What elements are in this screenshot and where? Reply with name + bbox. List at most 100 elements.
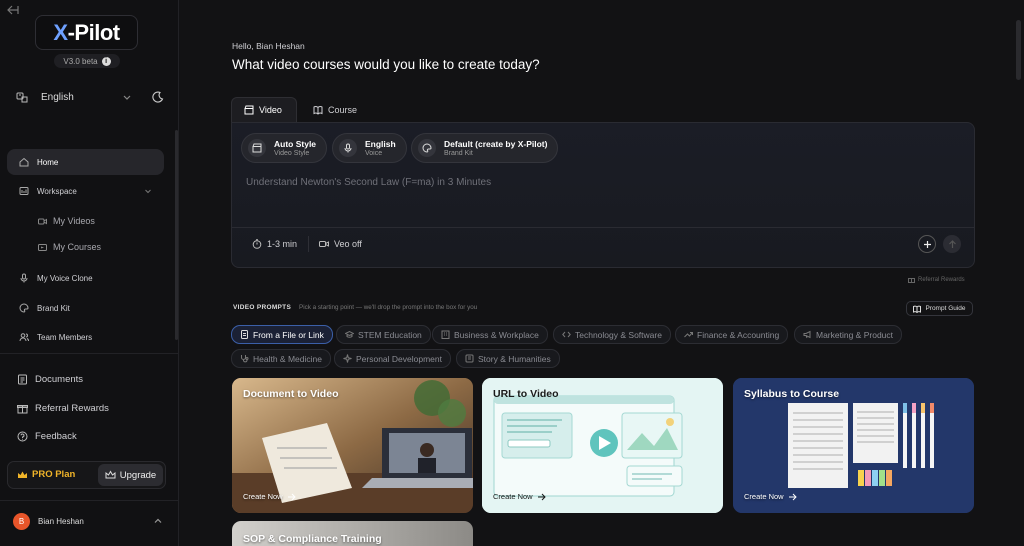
chevron-up-icon [153, 516, 163, 526]
category-technology-software[interactable]: Technology & Software [553, 325, 671, 344]
chip-title: Auto Style [274, 138, 317, 149]
book-icon [313, 105, 323, 115]
moon-icon[interactable] [152, 91, 164, 103]
stethoscope-icon [240, 354, 249, 363]
category-marketing-product[interactable]: Marketing & Product [794, 325, 903, 344]
chip-subtitle: Voice [365, 149, 383, 157]
category-label: STEM Education [358, 329, 422, 340]
sidebar-item-brand-kit[interactable]: Brand Kit [7, 295, 164, 321]
info-icon[interactable]: i [101, 56, 111, 66]
category-finance-accounting[interactable]: Finance & Accounting [675, 325, 789, 344]
book-icon [913, 305, 922, 313]
arrow-right-icon [537, 493, 546, 501]
sidebar-scrollbar[interactable] [175, 130, 178, 340]
category-label: Health & Medicine [253, 353, 322, 364]
prompt-guide-button[interactable]: Prompt Guide [906, 301, 973, 316]
book-icon [465, 354, 474, 363]
cta-label: Create Now [744, 492, 784, 501]
language-selector[interactable]: English [16, 88, 164, 106]
sidebar-item-label: Workspace [37, 186, 77, 196]
card-title: SOP & Compliance Training [243, 533, 382, 545]
language-label: English [41, 91, 74, 103]
page-scrollbar[interactable] [1016, 20, 1021, 80]
arrow-right-icon [287, 493, 296, 501]
category-story-humanities[interactable]: Story & Humanities [456, 349, 560, 368]
course-icon [38, 243, 47, 252]
card-sop-compliance-training[interactable]: SOP & Compliance Training [232, 521, 473, 546]
greeting-text: Hello, Bian Heshan [232, 41, 305, 51]
upgrade-button[interactable]: Upgrade [98, 464, 163, 486]
document-icon [17, 374, 28, 385]
sidebar-item-my-videos[interactable]: My Videos [38, 213, 95, 229]
clapperboard-icon [244, 105, 254, 115]
brand-kit-chip[interactable]: Default (create by X-Pilot) Brand Kit [411, 133, 559, 163]
video-style-chip[interactable]: Auto Style Video Style [241, 133, 328, 163]
card-title: Document to Video [243, 388, 339, 400]
add-attachment-button[interactable] [918, 235, 936, 253]
section-hint: Pick a starting point — we'll drop the p… [299, 304, 478, 311]
sidebar-item-team-members[interactable]: Team Members [7, 324, 164, 350]
arrow-up-icon [948, 239, 956, 248]
create-now-link[interactable]: Create Now [744, 492, 797, 501]
sidebar-item-home[interactable]: Home [7, 149, 164, 175]
duration-label: 1-3 min [267, 239, 298, 249]
category-health-medicine[interactable]: Health & Medicine [231, 349, 331, 368]
card-url-to-video[interactable]: URL to Video Create Now [482, 378, 723, 513]
palette-icon [19, 303, 29, 313]
category-label: Marketing & Product [816, 329, 894, 340]
category-stem-education[interactable]: STEM Education [336, 325, 431, 344]
palette-icon [418, 139, 436, 157]
sidebar-item-my-courses[interactable]: My Courses [38, 239, 101, 255]
tab-course[interactable]: Course [301, 97, 369, 122]
prompt-input[interactable] [246, 175, 946, 189]
file-icon [240, 330, 249, 339]
card-title: URL to Video [493, 388, 559, 400]
pro-plan-label: PRO Plan [17, 469, 75, 480]
voice-chip[interactable]: English Voice [332, 133, 407, 163]
referral-link-label: Referral Rewards [918, 276, 965, 283]
home-icon [19, 157, 29, 167]
video-icon [38, 217, 47, 226]
chip-title: Default (create by X-Pilot) [444, 138, 548, 149]
collapse-sidebar-icon[interactable] [7, 5, 19, 15]
sidebar-item-documents[interactable]: Documents [7, 370, 164, 388]
app-logo[interactable]: X -Pilot [35, 15, 138, 50]
sidebar-item-voice-clone[interactable]: My Voice Clone [7, 265, 164, 291]
sidebar-item-label: Feedback [35, 430, 77, 442]
prompt-composer: Auto Style Video Style English Voice Def… [231, 122, 975, 268]
sidebar-item-label: Home [37, 157, 59, 167]
create-now-link[interactable]: Create Now [493, 492, 546, 501]
send-button[interactable] [943, 235, 961, 253]
logo-text: -Pilot [67, 19, 121, 45]
tab-video[interactable]: Video [231, 97, 297, 122]
crown-icon [17, 470, 28, 480]
card-syllabus-to-course[interactable]: Syllabus to Course Create Now [733, 378, 974, 513]
help-circle-icon [17, 431, 28, 442]
sidebar-item-workspace[interactable]: Workspace [7, 178, 164, 204]
category-personal-development[interactable]: Personal Development [334, 349, 451, 368]
sidebar-item-label: Brand Kit [37, 303, 70, 313]
category-label: From a File or Link [253, 329, 324, 340]
chip-subtitle: Brand Kit [444, 149, 473, 157]
user-name: Bian Heshan [38, 516, 84, 526]
category-business-workplace[interactable]: Business & Workplace [432, 325, 548, 344]
sidebar-item-referral-rewards[interactable]: Referral Rewards [7, 399, 164, 417]
veo-label: Veo off [334, 239, 362, 249]
card-title: Syllabus to Course [744, 388, 840, 400]
code-icon [562, 330, 571, 339]
category-from-file-or-link[interactable]: From a File or Link [231, 325, 333, 344]
sidebar-item-label: Referral Rewards [35, 402, 109, 414]
user-menu[interactable]: B Bian Heshan [13, 512, 163, 530]
page-title: What video courses would you like to cre… [232, 57, 540, 72]
cta-label: Create Now [493, 492, 533, 501]
sidebar-item-label: Team Members [37, 332, 93, 342]
card-document-to-video[interactable]: Document to Video Create Now [232, 378, 473, 513]
duration-selector[interactable]: 1-3 min [252, 239, 297, 249]
create-now-link[interactable]: Create Now [243, 492, 296, 501]
veo-toggle[interactable]: Veo off [319, 239, 362, 249]
chip-title: English [365, 138, 396, 149]
sidebar-item-feedback[interactable]: Feedback [7, 427, 164, 445]
sidebar: X -Pilot V3.0 beta i English Home Workspa… [0, 0, 179, 546]
clapperboard-icon [248, 139, 266, 157]
referral-rewards-link[interactable]: Referral Rewards [908, 276, 965, 283]
